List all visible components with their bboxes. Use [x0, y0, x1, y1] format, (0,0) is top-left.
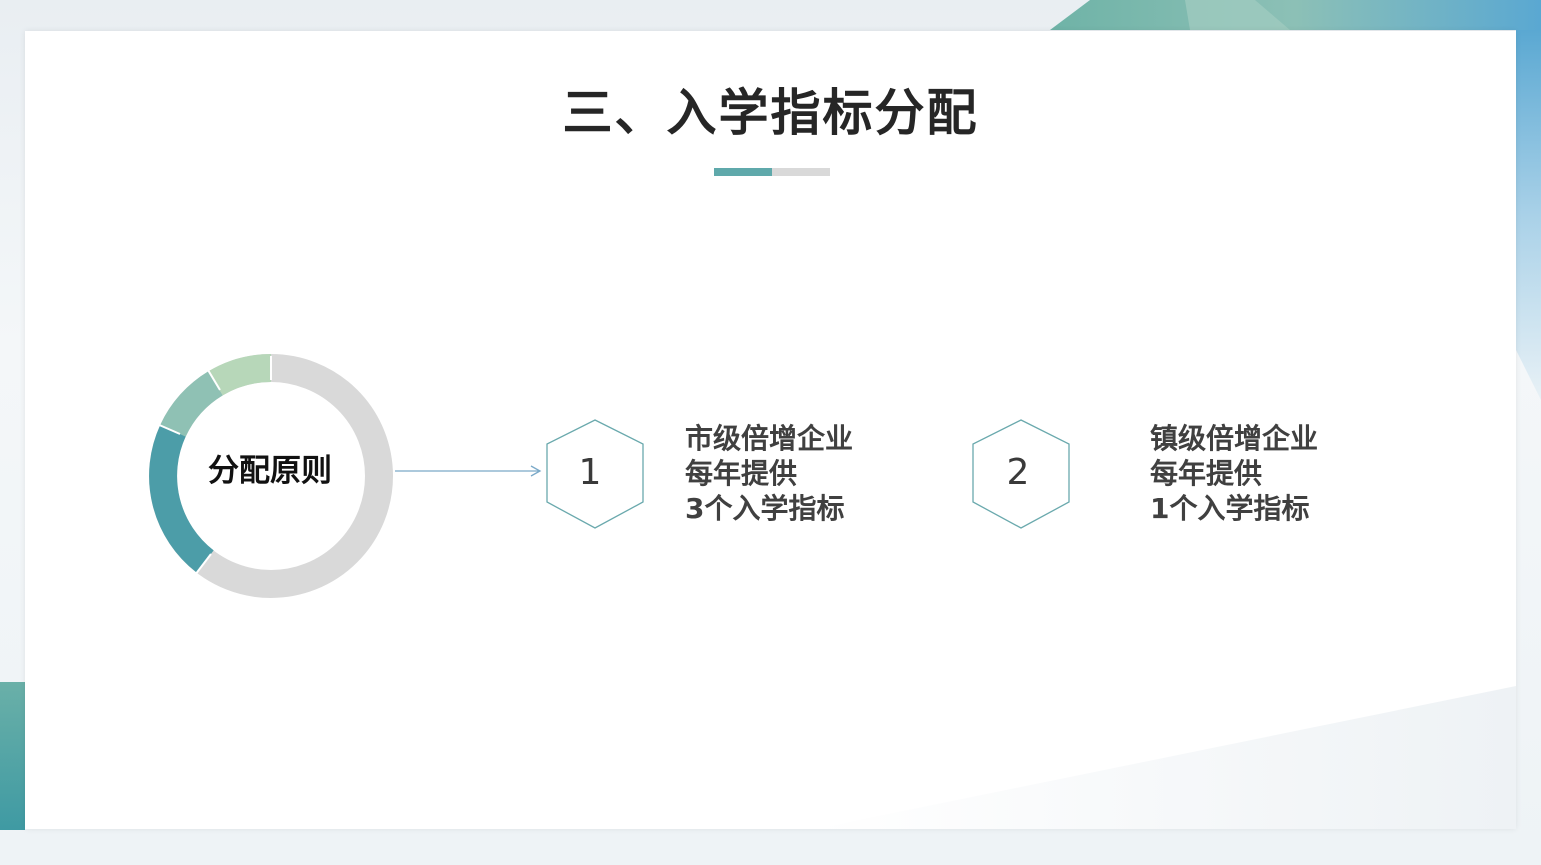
principle-label: 分配原则: [208, 453, 332, 489]
side-shape-right: [1516, 30, 1541, 400]
item-line: 市级倍增企业: [685, 422, 854, 455]
item-line: 镇级倍增企业: [1150, 422, 1319, 455]
ring-segment-sage: [160, 371, 224, 437]
item-number: 1: [578, 452, 602, 493]
corner-shape-top-right: [1050, 0, 1541, 30]
ring-segment-green: [208, 354, 272, 396]
item-line: 每年提供: [1150, 457, 1263, 490]
item-line: 1个入学指标: [1150, 492, 1310, 525]
item-description: 市级倍增企业 每年提供 3个入学指标: [685, 421, 853, 526]
item-line: 每年提供: [685, 457, 798, 490]
item-number: 2: [1006, 452, 1030, 493]
item-line: 3个入学指标: [685, 492, 845, 525]
corner-shape-bottom-left: [0, 682, 25, 830]
connector-arrow-icon: [395, 465, 542, 477]
slide-canvas: 三、入学指标分配 分配原则 1 市级倍增企业 每年提供 3个入学指标 2 镇级倍…: [25, 31, 1516, 829]
item-description: 镇级倍增企业 每年提供 1个入学指标: [1150, 421, 1318, 526]
